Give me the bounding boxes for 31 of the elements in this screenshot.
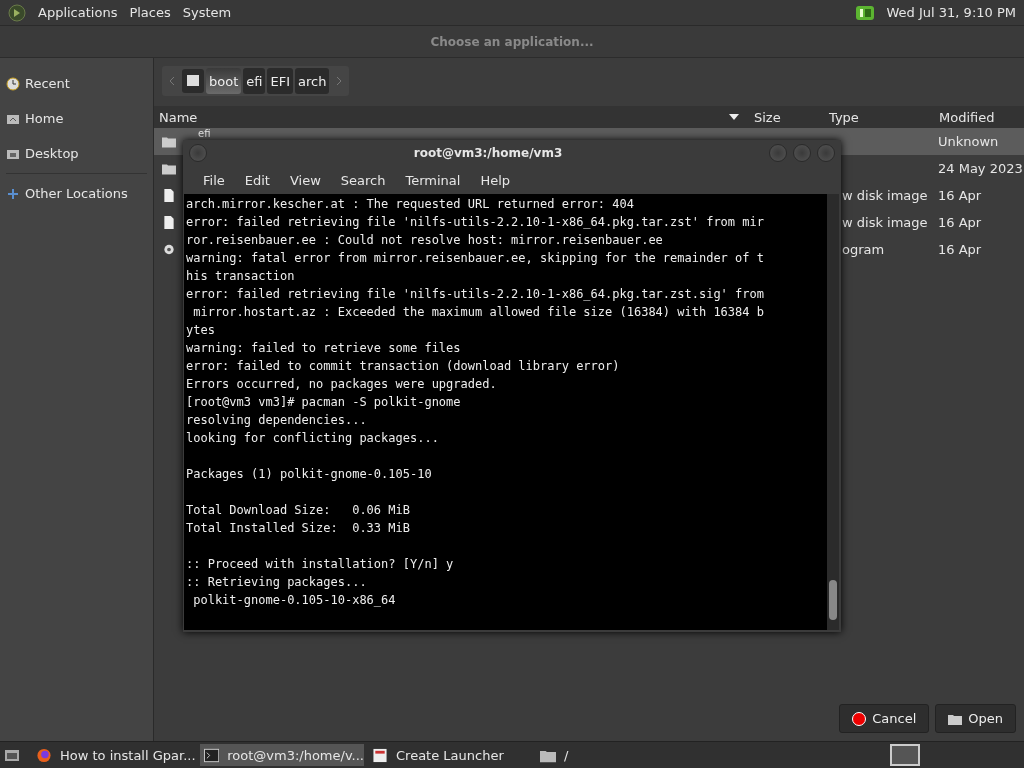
terminal-line: Total Installed Size: 0.33 MiB <box>186 520 411 537</box>
terminal-line: error: failed retrieving file 'nilfs-utils-2.2.10-1-x86_64.pkg.tar.zst' from mir <box>186 214 765 231</box>
terminal-line: polkit-gnome-0.105-10-x86_64 <box>192 592 397 609</box>
file-modified: 24 May 2023 <box>938 161 1024 176</box>
file-modified: 16 Apr <box>938 215 983 230</box>
terminal-line: :: Retrieving packages... <box>186 574 368 591</box>
dialog-title: Choose an application... <box>430 34 594 49</box>
file-name: efi <box>198 128 211 139</box>
file-modified: 16 Apr <box>938 242 983 257</box>
terminal-line: :: Proceed with installation? [Y/n] y <box>186 556 455 573</box>
file-modified: 16 Apr <box>938 188 983 203</box>
file-type: w disk image <box>842 188 929 203</box>
terminal-line: warning: failed to retrieve some files <box>186 340 462 357</box>
terminal-line: error: failed retrieving file 'nilfs-utils-2.2.10-1-x86_64.pkg.tar.zst.sig' from <box>186 286 765 303</box>
terminal-line: ror.reisenbauer.ee : Could not resolve host: mirror.reisenbauer.ee <box>186 232 664 249</box>
terminal-line: [root@vm3 vm3]# pacman -S polkit-gnome <box>186 394 462 411</box>
file-type: ogram <box>842 242 886 257</box>
terminal-line: Errors occurred, no packages were upgraded. <box>186 376 498 393</box>
terminal-line: ytes <box>186 322 216 339</box>
window-title: root@vm3:/home/vm3 <box>412 146 564 160</box>
terminal-line: looking for conflicting packages... <box>186 430 440 447</box>
terminal-line: Packages (1) polkit-gnome-0.105-10 <box>186 466 433 483</box>
terminal-line: warning: fatal error from mirror.reisenbauer.ee, skipping for the remainder of t <box>186 250 765 267</box>
terminal-line: his transaction <box>186 268 296 285</box>
terminal-line: Total Download Size: 0.06 MiB <box>186 502 411 519</box>
file-modified: Unknown <box>938 134 1000 149</box>
terminal-line: error: failed to commit transaction (download library error) <box>186 358 621 375</box>
terminal-line: mirror.hostart.az : Exceeded the maximum allowed file size (16384) with 16384 b <box>192 304 765 321</box>
terminal-line: resolving dependencies... <box>186 412 368 429</box>
terminal-line: arch.mirror.kescher.at : The requested URL returned error: 404 <box>186 196 635 213</box>
file-type: w disk image <box>842 215 929 230</box>
